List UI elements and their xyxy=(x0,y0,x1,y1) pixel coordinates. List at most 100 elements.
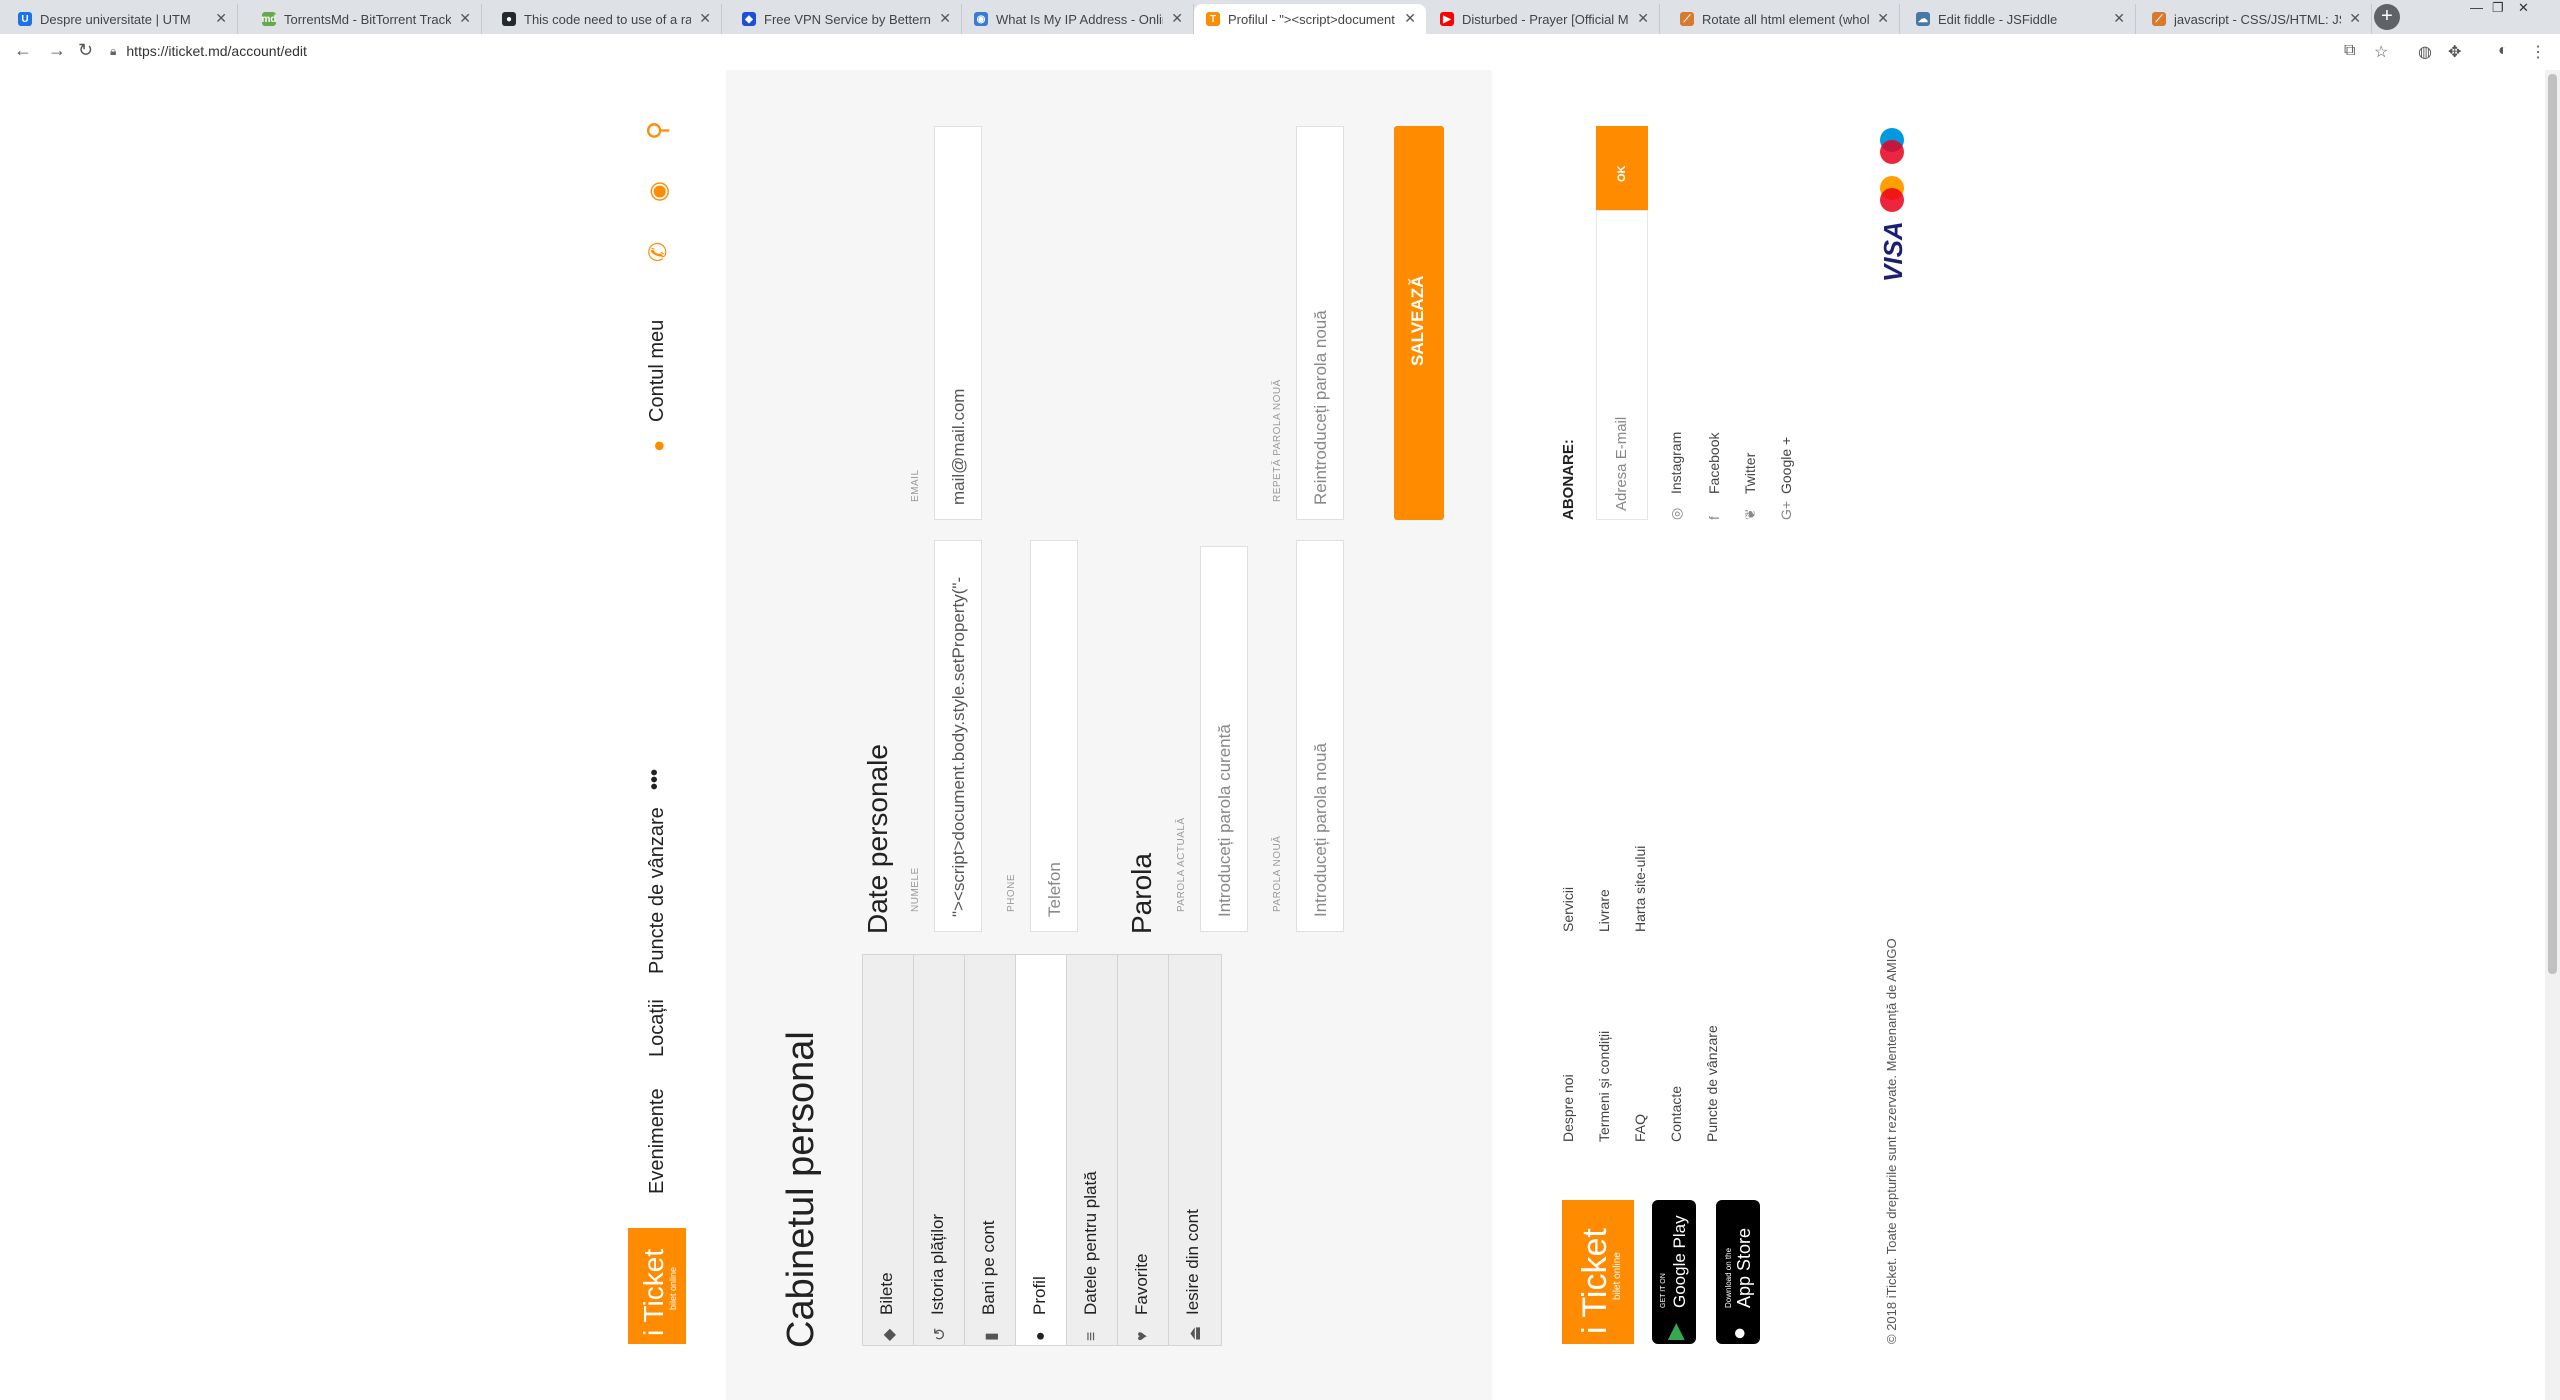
apple-icon: ● xyxy=(1726,1326,1751,1340)
menu-item-istoria[interactable]: Istoria plăților ↺ xyxy=(914,955,965,1345)
tab-close-icon[interactable]: ✕ xyxy=(699,10,711,27)
browser-toolbar: ← → ↻ 🔒︎ https://iticket.md/account/edit… xyxy=(0,34,2560,71)
browser-tab[interactable]: ◉ What Is My IP Address - Online ✕ xyxy=(962,4,1194,34)
footer-link-harta[interactable]: Harta site-ului xyxy=(1632,846,1648,932)
chrome-menu-icon[interactable]: ⋮ xyxy=(2530,42,2546,62)
footer-link-despre[interactable]: Despre noi xyxy=(1560,1074,1576,1142)
tab-close-icon[interactable]: ✕ xyxy=(1637,10,1649,27)
tab-close-icon[interactable]: ✕ xyxy=(2113,10,2125,27)
account-link[interactable]: Contul meu xyxy=(646,320,669,422)
tab-close-icon[interactable]: ✕ xyxy=(459,10,471,27)
browser-tab[interactable]: ⟋ javascript - CSS/JS/HTML: JS Fun ✕ xyxy=(2140,4,2372,34)
app-store-badge[interactable]: Download on the App Store ● xyxy=(1716,1200,1760,1344)
save-button[interactable]: SALVEAZĂ xyxy=(1394,126,1444,520)
menu-label: Istoria plăților xyxy=(928,1213,947,1315)
mastercard-icon xyxy=(1878,174,1906,214)
name-label: NUMELE xyxy=(910,867,921,912)
menu-item-favorite[interactable]: Favorite ♥ xyxy=(1118,955,1169,1345)
browser-tab[interactable]: U Despre universitate | UTM ✕ xyxy=(6,4,238,34)
bookmark-star-icon[interactable]: ☆ xyxy=(2374,42,2388,62)
translate-icon[interactable]: ⧉ xyxy=(2344,42,2355,60)
tab-favicon-icon: U xyxy=(18,12,32,26)
browser-tab[interactable]: ☁ Edit fiddle - JSFiddle ✕ xyxy=(1904,4,2136,34)
tab-title: TorrentsMd - BitTorrent Tracker xyxy=(284,11,451,27)
footer-link-servicii[interactable]: Servicii xyxy=(1560,887,1576,932)
social-link-instagram[interactable]: Instagram xyxy=(1668,432,1684,494)
save-button-label: SALVEAZĂ xyxy=(1408,275,1427,366)
tab-close-icon[interactable]: ✕ xyxy=(1877,10,1889,27)
tab-close-icon[interactable]: ✕ xyxy=(939,10,951,27)
footer-link-contacte[interactable]: Contacte xyxy=(1668,1086,1684,1142)
forward-icon[interactable]: → xyxy=(48,40,66,61)
page-scrollbar-thumb[interactable] xyxy=(2548,74,2557,974)
profile-avatar[interactable]: ◐ xyxy=(2498,42,2508,60)
repeat-password-label: REPETĂ PAROLA NOUĂ xyxy=(1272,379,1283,502)
user-icon: ● xyxy=(1032,1331,1049,1341)
google-play-main-text: Google Play xyxy=(1670,1215,1689,1308)
email-field[interactable]: mail@mail.com xyxy=(934,126,982,520)
browser-tab[interactable]: ◆ Free VPN Service by Betternet | ✕ xyxy=(730,4,962,34)
globe-icon[interactable]: ◉ xyxy=(644,181,673,202)
header-logo-text: i Ticket xyxy=(638,1248,669,1336)
address-url[interactable]: https://iticket.md/account/edit xyxy=(126,43,307,59)
header-logo[interactable]: i Ticket bilet online xyxy=(628,1228,686,1344)
password-title: Parola xyxy=(1126,853,1157,934)
subscribe-email-field[interactable]: Adresa E-mail xyxy=(1596,210,1648,520)
menu-item-bilete[interactable]: Bilete ◆ xyxy=(863,955,914,1345)
phone-icon[interactable]: ✆ xyxy=(644,242,673,262)
new-tab-button[interactable]: + xyxy=(2374,4,2400,30)
social-link-twitter[interactable]: Twitter xyxy=(1742,453,1758,494)
browser-tab[interactable]: ▶ Disturbed - Prayer [Official M ✕ xyxy=(1428,4,1660,34)
repeat-password-field[interactable]: Reintroduceți parola nouă xyxy=(1296,126,1344,520)
subscribe-ok-button[interactable]: OK xyxy=(1596,126,1648,210)
footer-link-faq[interactable]: FAQ xyxy=(1632,1114,1648,1142)
nav-link-evenimente[interactable]: Evenimente xyxy=(646,1088,669,1194)
page-scrollbar[interactable] xyxy=(2545,70,2560,1400)
close-window-icon[interactable]: ✕ xyxy=(2518,0,2529,15)
twitter-icon[interactable]: ❦ xyxy=(1742,508,1759,520)
address-bar[interactable]: 🔒︎ https://iticket.md/account/edit xyxy=(110,38,2310,64)
tab-close-icon[interactable]: ✕ xyxy=(1404,10,1416,27)
reload-icon[interactable]: ↻ xyxy=(78,40,93,61)
browser-tab[interactable]: ⟋ Rotate all html element (whole p ✕ xyxy=(1668,4,1900,34)
social-link-google-plus[interactable]: Google + xyxy=(1778,437,1794,494)
menu-item-iesire[interactable]: Iesire din cont ⏏ xyxy=(1169,955,1220,1345)
instagram-icon[interactable]: ◎ xyxy=(1668,508,1685,520)
tab-favicon-icon: ☁ xyxy=(1916,12,1930,26)
new-password-field[interactable]: Introduceți parola nouă xyxy=(1296,540,1344,932)
menu-label: Bilete xyxy=(877,1272,896,1315)
tab-close-icon[interactable]: ✕ xyxy=(1171,10,1183,27)
maximize-icon[interactable]: ❐ xyxy=(2492,0,2504,15)
menu-item-bani[interactable]: Bani pe cont ▮ xyxy=(965,955,1016,1345)
google-play-badge[interactable]: GET IT ON Google Play ▶ xyxy=(1652,1200,1696,1344)
search-icon[interactable]: ⚲ xyxy=(642,121,673,140)
tab-close-icon[interactable]: ✕ xyxy=(215,10,227,27)
name-field[interactable]: "><script>document.body.style.setPropert… xyxy=(934,540,982,932)
back-icon[interactable]: ← xyxy=(14,40,32,61)
browser-tab[interactable]: md TorrentsMd - BitTorrent Tracker ✕ xyxy=(250,4,482,34)
account-user-icon: ● xyxy=(648,439,670,452)
current-password-field[interactable]: Introduceți parola curentă xyxy=(1200,546,1248,932)
move-icon[interactable]: ✥ xyxy=(2448,42,2461,62)
menu-item-profil[interactable]: Profil ● xyxy=(1016,955,1067,1345)
footer-link-livrare[interactable]: Livrare xyxy=(1596,889,1612,932)
footer-logo[interactable]: i Ticket bilet online xyxy=(1562,1200,1634,1344)
extension-icon[interactable]: ◍ xyxy=(2418,42,2432,62)
social-link-facebook[interactable]: Facebook xyxy=(1706,433,1722,494)
nav-link-locatii[interactable]: Locații xyxy=(646,999,669,1057)
browser-tab[interactable]: ● This code need to use of a rando ✕ xyxy=(490,4,722,34)
tab-favicon-icon: ⟋ xyxy=(2152,12,2166,26)
footer-link-termeni[interactable]: Termeni și condiții xyxy=(1596,1031,1612,1142)
facebook-icon[interactable]: f xyxy=(1706,516,1722,520)
more-menu-icon[interactable]: ••• xyxy=(644,769,667,790)
menu-item-datele-plata[interactable]: Datele pentru plată ≡ xyxy=(1067,955,1118,1345)
maestro-icon xyxy=(1878,126,1906,166)
google-plus-icon[interactable]: G+ xyxy=(1778,501,1794,520)
logout-icon: ⏏ xyxy=(1187,1325,1204,1341)
browser-tab[interactable]: T Profilul - "><script>document.b ✕ xyxy=(1194,4,1426,34)
nav-link-puncte[interactable]: Puncte de vânzare xyxy=(646,807,669,974)
phone-field[interactable]: Telefon xyxy=(1030,540,1078,932)
footer-link-puncte[interactable]: Puncte de vânzare xyxy=(1704,1025,1720,1142)
tab-close-icon[interactable]: ✕ xyxy=(2349,10,2361,27)
minimize-icon[interactable]: — xyxy=(2470,0,2483,15)
